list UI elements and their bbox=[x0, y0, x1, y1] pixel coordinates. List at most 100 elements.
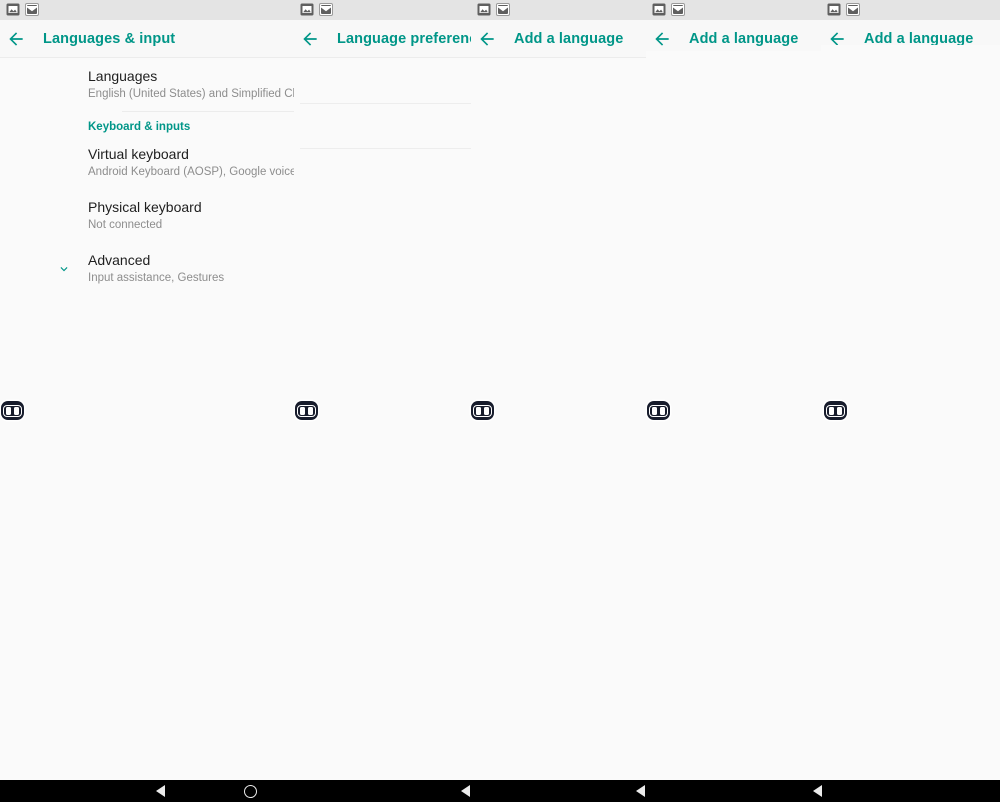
list-item-language[interactable]: Bosanski (latinica) bbox=[471, 569, 646, 615]
arrow-back-icon[interactable] bbox=[6, 29, 26, 49]
list-item-language[interactable]: རྫོང་ཁ bbox=[821, 272, 1000, 318]
list-item-language[interactable]: မြန်မာ bbox=[821, 318, 1000, 364]
list-item-language[interactable]: Español (Estados Unidos) bbox=[471, 177, 646, 223]
nav-back-button[interactable] bbox=[620, 780, 660, 802]
list-item-language[interactable]: Ekegusii bbox=[646, 369, 821, 415]
status-bar bbox=[821, 0, 1000, 20]
triangle-back-icon[interactable] bbox=[635, 785, 645, 797]
triangle-back-icon[interactable] bbox=[460, 785, 470, 797]
list-item-language[interactable]: Eʋegbe bbox=[646, 551, 821, 597]
setting-subtitle: Input assistance, Gestures bbox=[88, 272, 225, 284]
list-item-language[interactable]: Čeština bbox=[471, 751, 646, 780]
nav-back-button[interactable] bbox=[797, 780, 837, 802]
list-item-language[interactable]: Azərbaycan (latın) bbox=[471, 432, 646, 478]
nav-back-button[interactable] bbox=[445, 780, 485, 802]
list-item-language[interactable]: മലയാളം bbox=[821, 45, 1000, 91]
list-item-language[interactable]: Anarâškielâ bbox=[471, 387, 646, 433]
agent-cursor-icon bbox=[1, 401, 24, 420]
list-item-language[interactable]: Duálá bbox=[646, 233, 821, 279]
list-item-language[interactable]: Deutsch bbox=[646, 96, 821, 142]
list-item-language[interactable]: 한국어 bbox=[821, 500, 1000, 546]
list-item-language[interactable]: Filipino bbox=[646, 642, 821, 688]
list-item-language[interactable]: ქართული bbox=[821, 409, 1000, 455]
list-item-language[interactable]: Brezhoneg bbox=[471, 614, 646, 660]
add-a-language-button[interactable]: + Add a language bbox=[294, 148, 471, 193]
list-item-language-2[interactable]: 2 简体中文（中国） bbox=[294, 103, 471, 148]
status-bar bbox=[0, 0, 294, 20]
language-preferences-list: 1 English (United States) 2 简体中文（中国） + A… bbox=[294, 58, 471, 193]
app-bar: Add a language bbox=[471, 20, 646, 58]
list-item-language[interactable]: Èdè Yorùbá bbox=[646, 278, 821, 324]
add-language-list: Davvisámegiella Deutsch Dholuo Dolnoserb… bbox=[646, 51, 821, 779]
panel-languages-and-input: Languages & input Languages English (Uni… bbox=[0, 0, 294, 780]
settings-list: Languages English (United States) and Si… bbox=[0, 58, 294, 295]
list-item-language[interactable]: 粵語 bbox=[821, 682, 1000, 728]
image-icon bbox=[477, 3, 491, 16]
list-item-language[interactable]: English bbox=[646, 415, 821, 461]
list-item-language[interactable]: සිංහල bbox=[821, 90, 1000, 136]
list-item-language[interactable]: Euskara bbox=[646, 506, 821, 552]
list-item-language[interactable]: Français bbox=[646, 733, 821, 779]
list-item-language[interactable]: Ewondo bbox=[646, 597, 821, 643]
panel-add-a-language-2: Add a language Davvisámegiella Deutsch D… bbox=[646, 0, 821, 780]
list-item-language[interactable]: Bahasa Melayu bbox=[471, 478, 646, 524]
list-item-language[interactable]: Català bbox=[471, 705, 646, 751]
setting-subtitle: Not connected bbox=[88, 219, 163, 231]
list-item-language[interactable]: ꆈꌠꉙ bbox=[821, 545, 1000, 591]
add-language-list: മലയാളം සිංහල ไทย ລາວ བོད་སྐད་ རྫོང་ཁ မြန… bbox=[821, 45, 1000, 773]
chevron-down-icon[interactable] bbox=[57, 262, 71, 276]
inbox-icon bbox=[496, 3, 510, 16]
list-item-language-1[interactable]: 1 English (United States) bbox=[294, 58, 471, 103]
section-header-all-languages: All languages bbox=[471, 223, 646, 251]
list-item-language[interactable]: ລາວ bbox=[821, 181, 1000, 227]
list-item-language[interactable]: Dolnoserbšćina bbox=[646, 187, 821, 233]
page-title: Add a language bbox=[689, 31, 799, 47]
list-item-language[interactable]: Ɓàsàa bbox=[471, 660, 646, 706]
list-item-language[interactable]: cibarA ([XB]) bbox=[471, 131, 646, 177]
arrow-back-icon[interactable] bbox=[300, 29, 320, 49]
list-item-language[interactable]: Bamanakan bbox=[471, 523, 646, 569]
nav-home-button[interactable] bbox=[230, 780, 270, 802]
triangle-back-icon[interactable] bbox=[812, 785, 822, 797]
list-item-language[interactable]: Davvisámegiella bbox=[646, 51, 821, 97]
image-icon bbox=[300, 3, 314, 16]
list-item-language[interactable]: ไทย bbox=[821, 136, 1000, 182]
list-item-language[interactable]: 简体中文 bbox=[821, 636, 1000, 682]
setting-row-physical-keyboard[interactable]: Physical keyboard Not connected bbox=[0, 189, 294, 242]
navigation-bar bbox=[0, 780, 1000, 802]
status-bar bbox=[646, 0, 821, 20]
list-divider bbox=[300, 103, 471, 104]
arrow-back-icon[interactable] bbox=[652, 29, 672, 49]
list-item-language[interactable]: Aghem bbox=[471, 296, 646, 342]
image-icon bbox=[652, 3, 666, 16]
section-header-suggested: Suggested bbox=[471, 58, 646, 86]
page-title: Language preferences bbox=[337, 31, 471, 47]
setting-row-virtual-keyboard[interactable]: Virtual keyboard Android Keyboard (AOSP)… bbox=[0, 136, 294, 189]
list-item-language[interactable]: Eesti bbox=[646, 324, 821, 370]
list-item-language[interactable]: Español bbox=[646, 460, 821, 506]
triangle-back-icon[interactable] bbox=[155, 785, 165, 797]
page-title: Languages & input bbox=[43, 31, 176, 47]
list-item-language[interactable]: Føroyskt bbox=[646, 688, 821, 734]
setting-row-languages[interactable]: Languages English (United States) and Si… bbox=[0, 58, 294, 111]
status-bar bbox=[471, 0, 646, 20]
arrow-back-icon[interactable] bbox=[477, 29, 497, 49]
list-item-language[interactable]: བོད་སྐད་ bbox=[821, 227, 1000, 273]
list-item-language[interactable]: Dholuo bbox=[646, 142, 821, 188]
list-item-language[interactable]: 繁體中文 bbox=[821, 727, 1000, 773]
page-title: Add a language bbox=[514, 31, 624, 47]
list-item-language[interactable]: ខ្មែរ bbox=[821, 363, 1000, 409]
setting-row-advanced[interactable]: Advanced Input assistance, Gestures bbox=[0, 242, 294, 295]
setting-title: Virtual keyboard bbox=[88, 146, 189, 162]
list-item-language[interactable]: Akan bbox=[471, 341, 646, 387]
setting-title: Physical keyboard bbox=[88, 199, 202, 215]
list-item-language[interactable]: [Éñĝļïšĥ one] ([XA]) bbox=[471, 86, 646, 132]
circle-home-icon[interactable] bbox=[243, 784, 257, 798]
agent-cursor-icon bbox=[471, 401, 494, 420]
list-item-language[interactable]: ᏣᎳᎩ bbox=[821, 454, 1000, 500]
list-item-language[interactable]: Afrikaans bbox=[471, 250, 646, 296]
agent-cursor-icon bbox=[295, 401, 318, 420]
list-item-language[interactable]: 日本語 bbox=[821, 591, 1000, 637]
app-bar: Language preferences bbox=[294, 20, 471, 58]
nav-back-button[interactable] bbox=[140, 780, 180, 802]
